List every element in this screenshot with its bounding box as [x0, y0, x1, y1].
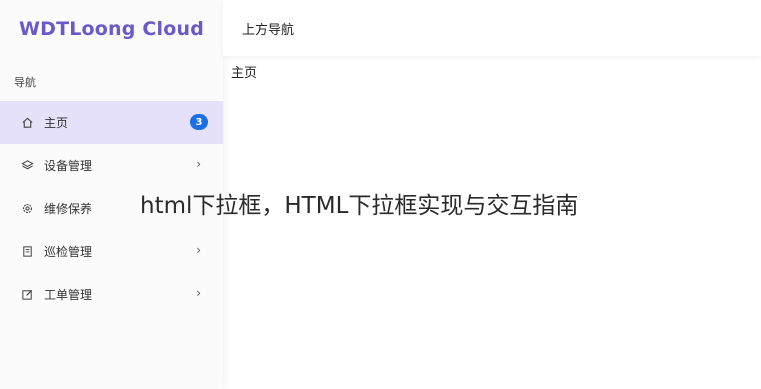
brand-logo[interactable]: WDTLoong Cloud	[0, 0, 223, 58]
chevron-right-icon: ›	[196, 157, 201, 171]
top-nav-title: 上方导航	[242, 22, 295, 38]
top-navigation: 上方导航	[223, 0, 761, 56]
sidebar-item-inspection[interactable]: 巡检管理 ›	[0, 230, 223, 273]
overlay-caption: html下拉框，HTML下拉框实现与交互指南	[140, 193, 579, 219]
sidebar-item-device-management[interactable]: 设备管理 ›	[0, 144, 223, 187]
home-icon	[20, 116, 34, 130]
sidebar-item-label: 维修保养	[44, 202, 93, 216]
nav-section-title: 导航	[14, 76, 36, 89]
sidebar-item-label: 设备管理	[44, 159, 93, 173]
notification-badge: 3	[190, 114, 208, 130]
layers-icon	[20, 159, 34, 173]
sidebar-item-work-orders[interactable]: 工单管理 ›	[0, 273, 223, 316]
chevron-right-icon: ›	[196, 243, 201, 257]
sidebar-item-home[interactable]: 主页 3	[0, 101, 223, 144]
edit-icon	[20, 288, 34, 302]
sidebar-item-label: 主页	[44, 116, 69, 130]
brand-name: WDTLoong Cloud	[18, 18, 205, 40]
page-title: 主页	[231, 66, 258, 81]
clipboard-icon	[20, 245, 34, 259]
gear-icon	[20, 202, 34, 216]
sidebar-item-label: 巡检管理	[44, 245, 93, 259]
sidebar-item-label: 工单管理	[44, 288, 93, 302]
chevron-right-icon: ›	[196, 286, 201, 300]
